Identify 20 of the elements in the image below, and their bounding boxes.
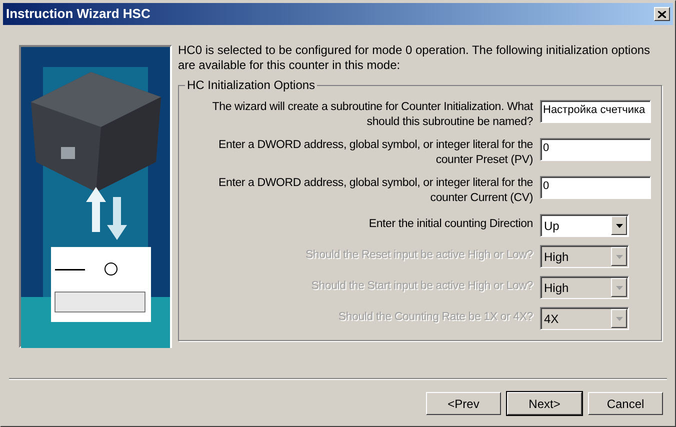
wizard-button[interactable]: Next> [507,392,582,415]
text-field[interactable]: Настройка счетчика [540,100,651,123]
wizard-button[interactable]: <Prev [426,392,501,415]
text-field[interactable]: 0 [540,176,651,199]
intro-text: HC0 is selected to be configured for mode 0 operation. The following initialization options are available for this counter in this mode: [178,43,652,73]
caret-icon [611,309,627,328]
caret-icon [611,278,627,297]
wizard-button[interactable]: Cancel [588,392,663,415]
field-label: Enter a DWORD address, global symbol, or integer literal for the counter Current (CV) [218,176,533,206]
field-label: Enter a DWORD address, global symbol, or integer literal for the counter Preset (PV) [218,138,533,168]
field-label: The wizard will create a subroutine for Counter Initialization. What should this subroutine be named? [211,100,533,130]
window-title: Instruction Wizard HSC [6,5,150,24]
close-icon [658,10,666,18]
close-button[interactable] [654,7,670,21]
dropdown[interactable]: Up [540,214,629,237]
caret-icon [611,216,627,235]
group-title: HC Initialization Options [185,78,318,93]
field-label: Enter the initial counting Direction [368,217,533,232]
text-field[interactable]: 0 [540,138,651,161]
caret-icon [611,247,627,266]
